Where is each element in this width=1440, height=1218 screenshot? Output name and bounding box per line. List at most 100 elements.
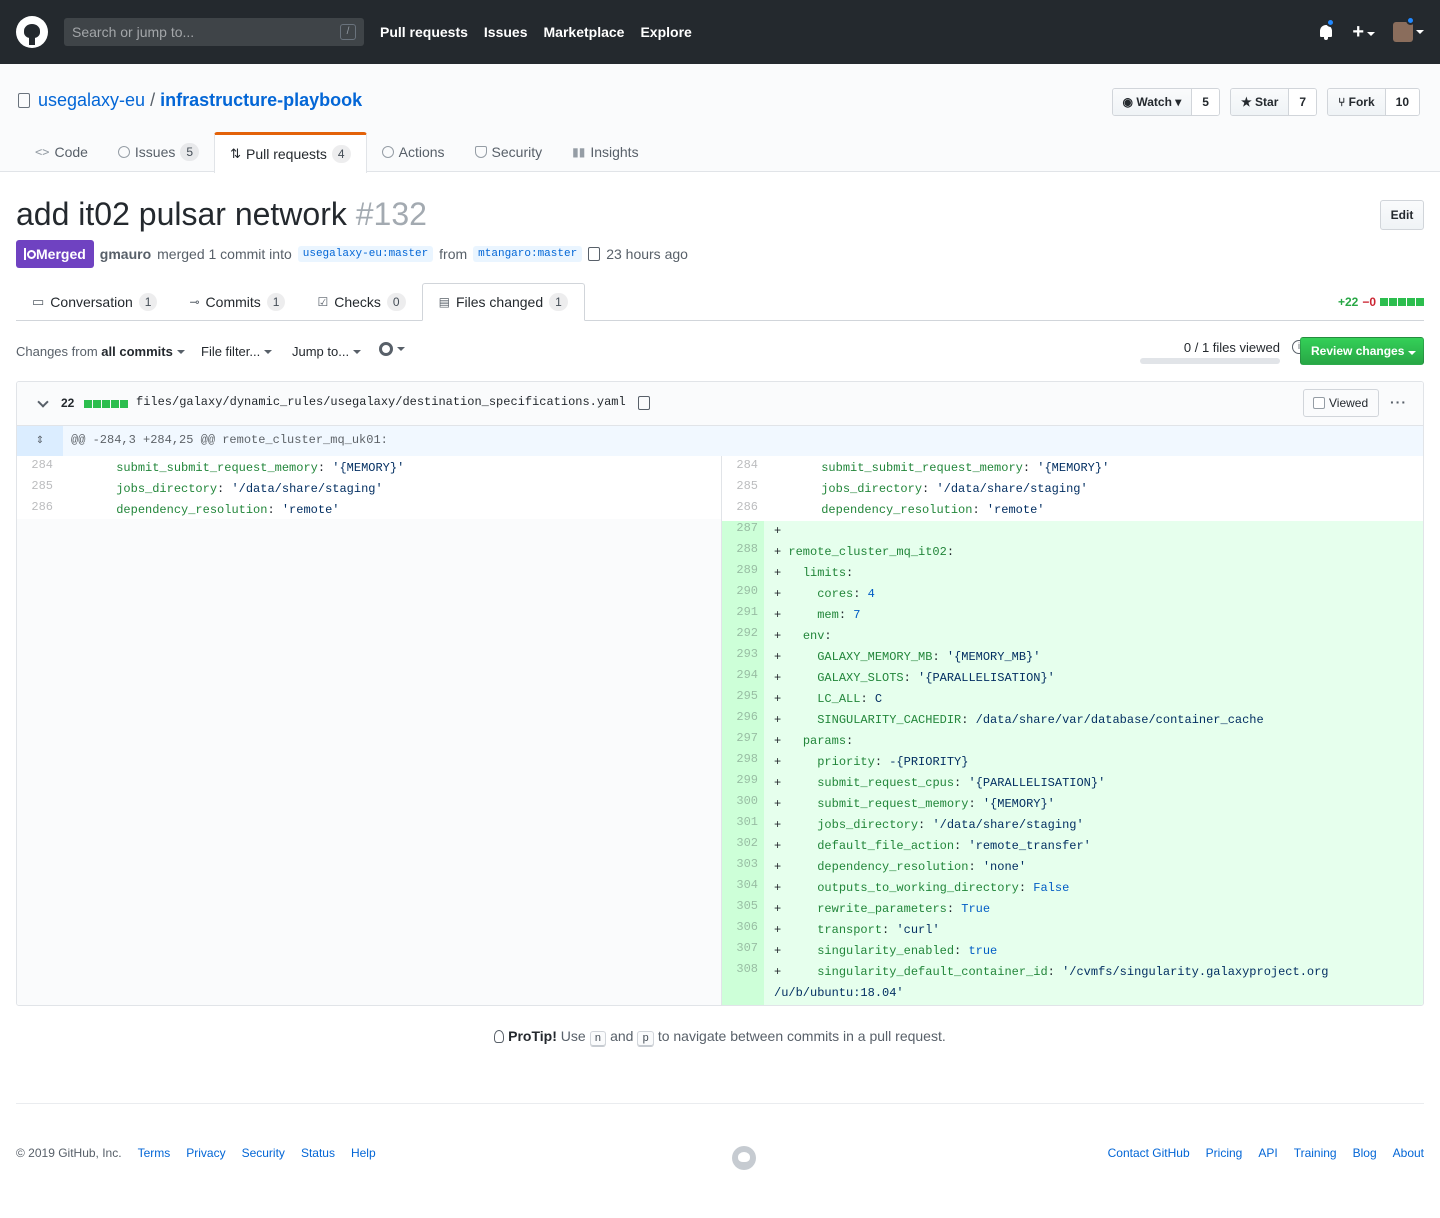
jump-to-select[interactable]: Jump to... xyxy=(292,344,362,359)
footer-link-security[interactable]: Security xyxy=(242,1146,285,1160)
line-number[interactable]: 285 xyxy=(17,479,59,500)
star-count[interactable]: 7 xyxy=(1289,89,1317,115)
chevron-down-icon xyxy=(397,347,405,351)
watch-button[interactable]: ◉ Watch ▾ xyxy=(1112,89,1193,115)
more-options-icon[interactable]: ··· xyxy=(1390,394,1407,410)
watch-count[interactable]: 5 xyxy=(1192,89,1219,115)
code-line: + params: xyxy=(774,734,854,748)
added-line: 289 + limits: xyxy=(722,563,1423,584)
line-number[interactable]: 291 xyxy=(722,605,764,626)
fork-button[interactable]: ⑂ Fork xyxy=(1328,89,1386,115)
base-branch[interactable]: usegalaxy-eu:master xyxy=(297,246,434,262)
clipboard-icon[interactable] xyxy=(588,247,601,261)
nav-explore[interactable]: Explore xyxy=(640,24,691,40)
copy-path-icon[interactable] xyxy=(638,396,650,410)
code-line: + remote_cluster_mq_it02: xyxy=(774,545,955,559)
collapse-chevron-icon[interactable] xyxy=(37,396,49,408)
fork-count[interactable]: 10 xyxy=(1385,89,1419,115)
line-number[interactable]: 288 xyxy=(722,542,764,563)
file-change-count: 22 xyxy=(61,396,75,410)
footer-link-pricing[interactable]: Pricing xyxy=(1206,1146,1243,1160)
repo-separator: / xyxy=(150,90,156,110)
line-number[interactable]: 286 xyxy=(17,500,59,521)
tab-commits[interactable]: ⊸ Commits 1 xyxy=(173,283,301,321)
line-number[interactable]: 305 xyxy=(722,899,764,920)
notifications-bell-icon[interactable] xyxy=(1318,18,1336,41)
viewed-checkbox[interactable]: Viewed xyxy=(1303,389,1379,417)
line-number[interactable]: 290 xyxy=(722,584,764,605)
footer-link-blog[interactable]: Blog xyxy=(1353,1146,1377,1160)
file-path[interactable]: files/galaxy/dynamic_rules/usegalaxy/des… xyxy=(136,395,626,409)
diff-settings-button[interactable] xyxy=(379,342,405,356)
line-number[interactable]: 285 xyxy=(722,479,764,500)
star-button[interactable]: ★ Star xyxy=(1230,89,1290,115)
added-line: 295 + LC_ALL: C xyxy=(722,689,1423,710)
line-number[interactable]: 293 xyxy=(722,647,764,668)
nav-marketplace[interactable]: Marketplace xyxy=(544,24,625,40)
line-number[interactable]: 284 xyxy=(17,458,59,479)
viewed-label: Viewed xyxy=(1329,396,1369,410)
footer-link-privacy[interactable]: Privacy xyxy=(186,1146,225,1160)
expand-icon[interactable]: ⇕ xyxy=(17,426,63,456)
line-number[interactable]: 298 xyxy=(722,752,764,773)
tab-checks-label: Checks xyxy=(334,294,381,310)
line-number[interactable]: 297 xyxy=(722,731,764,752)
line-number[interactable]: 302 xyxy=(722,836,764,857)
tab-actions[interactable]: Actions xyxy=(367,132,460,172)
file-filter-select[interactable]: File filter... xyxy=(201,344,273,359)
author-link[interactable]: gmauro xyxy=(100,246,151,262)
line-number[interactable]: 300 xyxy=(722,794,764,815)
tab-security[interactable]: Security xyxy=(460,132,558,172)
footer-link-training[interactable]: Training xyxy=(1294,1146,1337,1160)
footer-link-contact[interactable]: Contact GitHub xyxy=(1108,1146,1190,1160)
global-header: Search or jump to... / Pull requests Iss… xyxy=(0,0,1440,64)
code-line: dependency_resolution: 'remote' xyxy=(821,503,1045,517)
line-number[interactable]: 306 xyxy=(722,920,764,941)
line-number[interactable]: 295 xyxy=(722,689,764,710)
line-number[interactable]: 308 xyxy=(722,962,764,983)
footer-link-about[interactable]: About xyxy=(1393,1146,1424,1160)
line-number[interactable]: 307 xyxy=(722,941,764,962)
tab-code[interactable]: <> Code xyxy=(20,132,103,172)
changes-from-select[interactable]: Changes from all commits xyxy=(16,344,185,359)
create-new-button[interactable]: + xyxy=(1352,22,1375,42)
head-branch[interactable]: mtangaro:master xyxy=(473,246,583,262)
line-number[interactable]: 299 xyxy=(722,773,764,794)
line-number[interactable]: 287 xyxy=(722,521,764,542)
footer-link-terms[interactable]: Terms xyxy=(138,1146,171,1160)
line-number[interactable]: 294 xyxy=(722,668,764,689)
edit-button[interactable]: Edit xyxy=(1380,200,1424,230)
tab-issues[interactable]: Issues 5 xyxy=(103,132,214,172)
line-number[interactable]: 303 xyxy=(722,857,764,878)
github-logo-icon[interactable] xyxy=(16,16,48,48)
line-number[interactable]: 286 xyxy=(722,500,764,521)
tab-files-changed[interactable]: ▤ Files changed 1 xyxy=(421,283,585,321)
added-line: 292 + env: xyxy=(722,626,1423,647)
nav-issues[interactable]: Issues xyxy=(484,24,528,40)
tab-insights[interactable]: ▮▮ Insights xyxy=(557,132,653,172)
repo-owner-link[interactable]: usegalaxy-eu xyxy=(38,90,145,111)
line-number[interactable]: 304 xyxy=(722,878,764,899)
tab-pull-requests[interactable]: ⇅ Pull requests 4 xyxy=(214,132,367,173)
tab-conversation[interactable]: ▭ Conversation 1 xyxy=(16,283,173,321)
footer-link-api[interactable]: API xyxy=(1258,1146,1277,1160)
repo-name-link[interactable]: infrastructure-playbook xyxy=(160,90,362,111)
review-changes-button[interactable]: Review changes xyxy=(1300,337,1424,365)
search-input[interactable]: Search or jump to... / xyxy=(64,18,364,46)
line-number[interactable]: 301 xyxy=(722,815,764,836)
line-number[interactable]: 284 xyxy=(722,458,764,479)
line-number[interactable]: 289 xyxy=(722,563,764,584)
line-number[interactable]: 292 xyxy=(722,626,764,647)
line-number[interactable]: 296 xyxy=(722,710,764,731)
footer-link-status[interactable]: Status xyxy=(301,1146,335,1160)
file-filter-label: File filter... xyxy=(201,344,261,359)
user-menu-button[interactable] xyxy=(1393,16,1424,42)
footer-link-help[interactable]: Help xyxy=(351,1146,376,1160)
tab-checks[interactable]: ☑ Checks 0 xyxy=(301,283,421,321)
github-mark-icon[interactable] xyxy=(732,1146,756,1170)
nav-pull-requests[interactable]: Pull requests xyxy=(380,24,468,40)
code-line: + default_file_action: 'remote_transfer' xyxy=(774,839,1091,853)
watch-button-group: ◉ Watch ▾ 5 xyxy=(1111,88,1220,116)
page-title: add it02 pulsar network #132 xyxy=(16,196,427,233)
gear-icon xyxy=(379,342,393,356)
